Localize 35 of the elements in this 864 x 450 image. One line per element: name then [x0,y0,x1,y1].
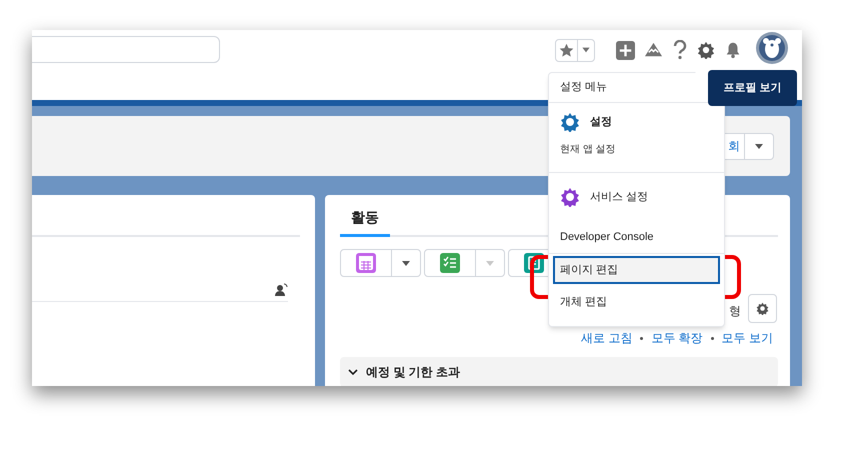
link[interactable]: 모두 확장 [651,329,703,347]
help-icon[interactable] [672,40,688,60]
settings-button[interactable] [748,294,777,323]
star-icon [558,42,575,58]
menu-item[interactable]: 개체 편집 [553,288,720,316]
menu-item[interactable]: 설정 [560,112,713,132]
menu-item[interactable]: 서비스 설정 [560,187,713,207]
action-button[interactable] [424,249,476,277]
dropdown-button[interactable] [392,249,421,277]
avatar-icon[interactable] [756,32,788,64]
menu-item-subtitle: 현재 앱 설정 [560,143,617,157]
action-button[interactable] [340,249,392,277]
user-icon [274,283,288,297]
view-label: 형 [729,302,741,320]
caret-icon [754,141,764,151]
section-header[interactable]: 예정 및 기한 초과 [340,357,778,386]
settings-icon[interactable] [697,41,715,59]
favorites-button[interactable] [555,38,595,62]
menu-item-label: 설정 [590,114,612,130]
link[interactable]: 모두 보기 [722,329,773,347]
chevron-icon [348,367,358,377]
bell-icon[interactable] [724,41,742,59]
menu-item[interactable]: Developer Console [553,223,720,251]
plus-icon[interactable] [616,40,635,60]
caret-icon [401,258,411,268]
search-field[interactable] [32,36,220,63]
settings-icon [756,302,769,315]
tooltip: 프로필 보기 [708,70,797,106]
tab[interactable]: 활동 [340,207,390,237]
menu-item[interactable]: 페이지 편집 [553,256,720,284]
dropdown-button[interactable] [745,132,774,160]
section-title: 예정 및 기한 초과 [366,364,460,381]
caret-icon [485,258,495,268]
menu-item-label: 서비스 설정 [590,190,648,205]
link[interactable]: 새로 고침 [580,329,632,347]
